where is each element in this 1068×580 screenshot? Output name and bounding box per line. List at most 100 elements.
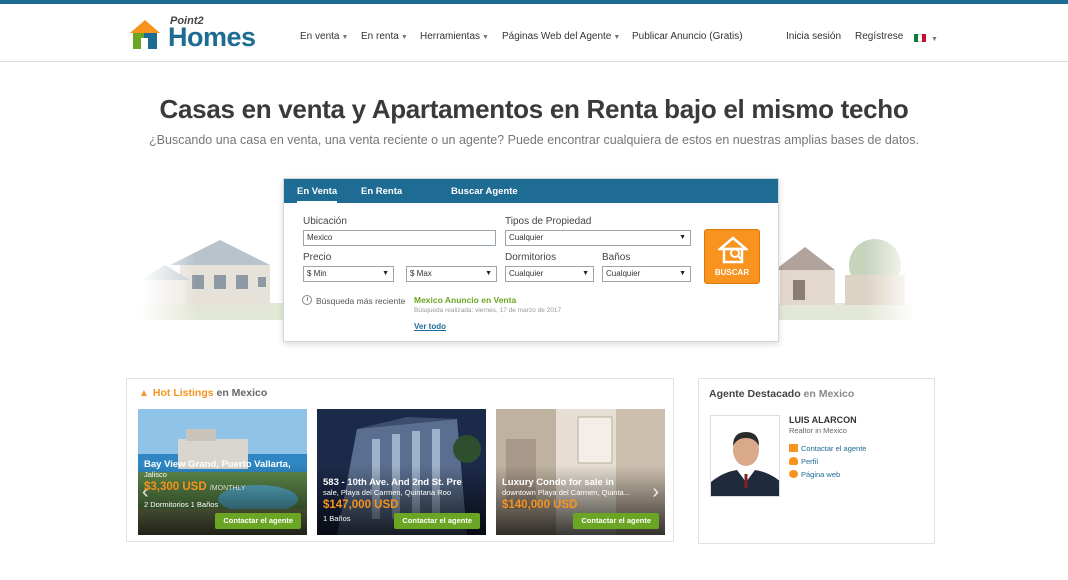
dropdown-arrow-icon: ▼ bbox=[582, 270, 589, 277]
house-logo-icon bbox=[130, 20, 160, 49]
dropdown-arrow-icon: ▼ bbox=[382, 270, 389, 277]
see-all-link[interactable]: Ver todo bbox=[414, 322, 446, 331]
search-button-label: BUSCAR bbox=[714, 268, 750, 277]
featured-agent-panel: Agente Destacado en Mexico LUIS ALARCON … bbox=[698, 378, 935, 544]
agent-role: Realtor in Mexico bbox=[789, 426, 847, 435]
heading-rest: en Mexico bbox=[803, 388, 855, 400]
listing-price: $140,000 USD bbox=[502, 499, 577, 511]
globe-icon bbox=[789, 470, 798, 478]
select-value: Cualquier bbox=[509, 233, 544, 242]
link-label: Perfil bbox=[801, 457, 819, 466]
nav-label: Páginas Web del Agente bbox=[502, 31, 612, 42]
recent-search-link[interactable]: Mexico Anuncio en Venta bbox=[414, 295, 516, 305]
mexico-flag-icon[interactable] bbox=[914, 34, 926, 42]
house-search-icon bbox=[718, 236, 748, 264]
house-illustration-right bbox=[775, 235, 915, 320]
baths-label: Baños bbox=[602, 252, 631, 263]
recent-search-date: Búsqueda realizada: viernes, 17 de marzo… bbox=[414, 307, 562, 314]
search-panel: En Venta En Renta Buscar Agente Ubicació… bbox=[283, 178, 779, 342]
property-type-select[interactable]: Cualquier ▼ bbox=[505, 230, 691, 246]
nav-en-renta[interactable]: En renta ▼ bbox=[361, 31, 408, 42]
listing-title: Luxury Condo for sale in bbox=[502, 477, 614, 488]
house-illustration-left bbox=[140, 225, 300, 320]
carousel-next-icon[interactable]: › bbox=[652, 481, 659, 504]
price-min-select[interactable]: $ Min ▼ bbox=[303, 266, 394, 282]
nav-herramientas[interactable]: Herramientas ▼ bbox=[420, 31, 489, 42]
listing-location: Jalisco bbox=[144, 470, 167, 479]
website-link[interactable]: Página web bbox=[789, 470, 840, 479]
listing-card[interactable]: 583 - 10th Ave. And 2nd St. Pre sale, Pl… bbox=[317, 409, 486, 535]
select-value: Cualquier bbox=[509, 269, 544, 278]
nav-label: En venta bbox=[300, 31, 340, 42]
tab-buscar-agente[interactable]: Buscar Agente bbox=[451, 186, 518, 197]
listing-price: $3,300 USD /MONTHLY bbox=[144, 481, 246, 493]
agent-portrait-image bbox=[711, 416, 779, 496]
contact-agent-button[interactable]: Contactar el agente bbox=[215, 513, 301, 529]
listing-card[interactable]: › Luxury Condo for sale in downtown Play… bbox=[496, 409, 665, 535]
baths-select[interactable]: Cualquier ▼ bbox=[602, 266, 691, 282]
link-label: Página web bbox=[801, 470, 841, 479]
dropdown-arrow-icon: ▼ bbox=[679, 234, 686, 241]
nav-en-venta[interactable]: En venta ▼ bbox=[300, 31, 348, 42]
page-title: Casas en venta y Apartamentos en Renta b… bbox=[159, 94, 909, 124]
agent-photo[interactable] bbox=[710, 415, 780, 497]
heading-highlight: Hot Listings bbox=[152, 387, 214, 399]
listing-price: $147,000 USD bbox=[323, 499, 398, 511]
site-header: Point2 Homes En venta ▼ En renta ▼ Herrami… bbox=[0, 4, 1068, 62]
nav-publicar-anuncio[interactable]: Publicar Anuncio (Gratis) bbox=[632, 31, 743, 42]
recent-search-label: Búsqueda más reciente bbox=[316, 296, 406, 306]
profile-link[interactable]: Perfil bbox=[789, 457, 818, 466]
dropdown-arrow-icon: ▼ bbox=[485, 270, 492, 277]
dropdown-arrow-icon: ▼ bbox=[679, 270, 686, 277]
chevron-down-icon: ▼ bbox=[400, 34, 408, 41]
price-value: $147,000 USD bbox=[323, 499, 399, 511]
bedrooms-label: Dormitorios bbox=[505, 252, 557, 263]
select-value: $ Max bbox=[410, 269, 432, 278]
bedrooms-select[interactable]: Cualquier ▼ bbox=[505, 266, 594, 282]
person-icon bbox=[789, 457, 798, 465]
listing-card[interactable]: ‹ Bay View Grand, Puerto Vallarta, Jalis… bbox=[138, 409, 307, 535]
listing-title: Bay View Grand, Puerto Vallarta, bbox=[144, 459, 291, 470]
hot-listings-heading: ▲ Hot Listings en Mexico bbox=[139, 387, 267, 399]
language-chevron-down-icon[interactable]: ▼ bbox=[929, 33, 938, 44]
page-subtitle: ¿Buscando una casa en venta, una venta r… bbox=[149, 133, 919, 147]
clock-icon bbox=[302, 295, 312, 305]
hot-listings-panel: ▲ Hot Listings en Mexico ‹ Bay View Grand… bbox=[126, 378, 674, 542]
property-type-label: Tipos de Propiedad bbox=[505, 216, 592, 227]
price-value: $140,000 USD bbox=[502, 499, 578, 511]
search-button[interactable]: BUSCAR bbox=[704, 229, 760, 284]
login-link[interactable]: Inicia sesión bbox=[786, 31, 841, 42]
location-input[interactable]: Mexico bbox=[303, 230, 496, 246]
price-period: /MONTHLY bbox=[209, 485, 246, 492]
listing-location: downtown Playa del Carmen, Quinta... bbox=[502, 488, 630, 497]
contact-agent-button[interactable]: Contactar el agente bbox=[394, 513, 480, 529]
register-link[interactable]: Regístrese bbox=[855, 31, 903, 42]
nav-paginas-web[interactable]: Páginas Web del Agente ▼ bbox=[502, 31, 620, 42]
select-value: Cualquier bbox=[606, 269, 641, 278]
tab-en-renta[interactable]: En Renta bbox=[361, 186, 402, 197]
listing-meta: 1 Baños bbox=[323, 514, 351, 523]
fire-icon: ▲ bbox=[139, 388, 149, 399]
tab-en-venta[interactable]: En Venta bbox=[297, 186, 338, 203]
featured-agent-heading: Agente Destacado en Mexico bbox=[709, 388, 854, 400]
nav-label: Herramientas bbox=[420, 31, 481, 42]
nav-label: En renta bbox=[361, 31, 399, 42]
agent-name[interactable]: LUIS ALARCON bbox=[789, 415, 857, 425]
listing-location: sale, Playa del Carmen, Quintana Roo bbox=[323, 488, 451, 497]
link-label: Contactar el agente bbox=[801, 444, 867, 453]
contact-agent-link[interactable]: Contactar el agente bbox=[789, 444, 866, 453]
price-value: $3,300 USD bbox=[144, 481, 207, 493]
contact-agent-button[interactable]: Contactar el agente bbox=[573, 513, 659, 529]
chevron-down-icon: ▼ bbox=[341, 34, 349, 41]
heading-rest: en Mexico bbox=[216, 387, 268, 399]
location-label: Ubicación bbox=[303, 216, 347, 227]
heading-main: Agente Destacado bbox=[709, 388, 801, 400]
listing-title: 583 - 10th Ave. And 2nd St. Pre bbox=[323, 477, 462, 488]
logo-homes-text: Homes bbox=[168, 22, 256, 52]
site-logo[interactable]: Point2 Homes bbox=[128, 15, 263, 52]
envelope-icon bbox=[789, 444, 798, 452]
select-value: $ Min bbox=[307, 269, 327, 278]
chevron-down-icon: ▼ bbox=[482, 34, 489, 41]
search-tabs: En Venta En Renta Buscar Agente bbox=[284, 179, 778, 203]
price-max-select[interactable]: $ Max ▼ bbox=[406, 266, 497, 282]
